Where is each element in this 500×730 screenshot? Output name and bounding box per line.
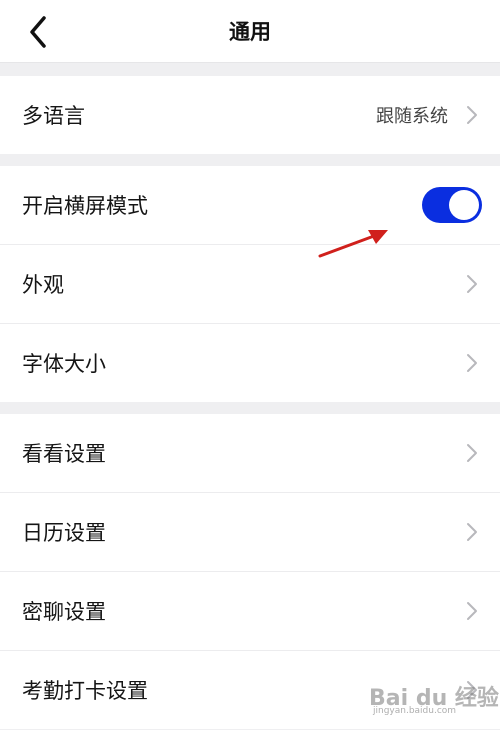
toggle-knob xyxy=(449,190,479,220)
settings-row-calendar[interactable]: 日历设置 xyxy=(0,493,500,572)
chevron-right-icon xyxy=(467,523,477,541)
navigation-bar: 通用 xyxy=(0,0,500,63)
annotation-arrow-icon xyxy=(318,230,388,258)
row-label: 密聊设置 xyxy=(22,600,106,624)
settings-row-font-size[interactable]: 字体大小 xyxy=(0,324,500,402)
row-label: 字体大小 xyxy=(22,352,106,376)
row-label: 看看设置 xyxy=(22,442,106,466)
watermark-url: jingyan.baidu.com xyxy=(373,706,457,716)
settings-row-landscape: 开启横屏模式 xyxy=(0,166,500,245)
baidu-jingyan-watermark: Bai du 经验 jingyan.baidu.com xyxy=(369,676,499,720)
landscape-mode-toggle[interactable] xyxy=(422,187,482,223)
row-label: 外观 xyxy=(22,273,64,297)
chevron-right-icon xyxy=(467,444,477,462)
settings-row-language[interactable]: 多语言 跟随系统 xyxy=(0,76,500,154)
chevron-right-icon xyxy=(467,602,477,620)
settings-row-appearance[interactable]: 外观 xyxy=(0,245,500,324)
chevron-right-icon xyxy=(467,354,477,372)
settings-screen: 通用 多语言 跟随系统 开启横屏模式 外观 字体大小 看看设置 日历设置 密聊设… xyxy=(0,0,500,730)
settings-row-kankan[interactable]: 看看设置 xyxy=(0,414,500,493)
row-label: 日历设置 xyxy=(22,521,106,545)
row-value: 跟随系统 xyxy=(376,106,448,127)
row-label: 考勤打卡设置 xyxy=(22,679,148,703)
row-label: 开启横屏模式 xyxy=(22,194,148,218)
chevron-right-icon xyxy=(467,275,477,293)
page-title: 通用 xyxy=(229,20,271,44)
chevron-right-icon xyxy=(467,106,477,124)
settings-row-secret-chat[interactable]: 密聊设置 xyxy=(0,572,500,651)
row-label: 多语言 xyxy=(22,104,85,128)
language-group: 多语言 跟随系统 xyxy=(0,76,500,154)
display-group: 开启横屏模式 外观 字体大小 xyxy=(0,166,500,402)
